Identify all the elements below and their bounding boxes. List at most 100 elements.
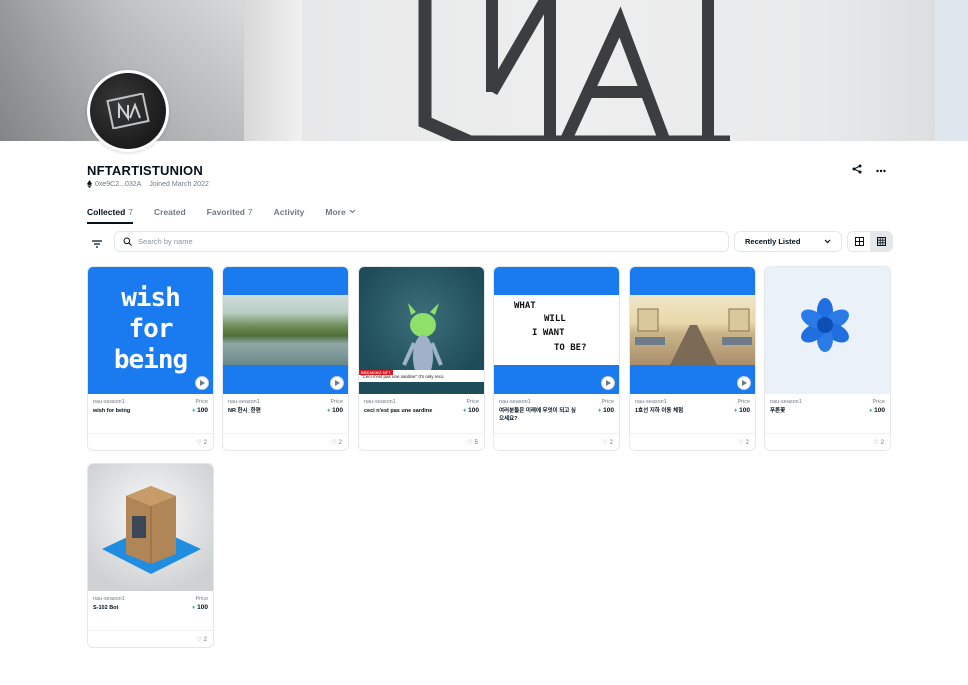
small-grid-button[interactable] — [870, 232, 892, 251]
collection-name[interactable]: nau-season1 — [93, 399, 208, 405]
nft-media: "Ceci n'est pas une sardine" It's only r… — [359, 267, 484, 394]
nft-card[interactable]: "Ceci n'est pas une sardine" It's only r… — [358, 266, 485, 451]
card-info: nau-season1 wish for being Price ♦ 100 — [88, 394, 213, 434]
avatar-image — [90, 73, 166, 149]
profile-name: NFTARTISTUNION — [87, 163, 203, 178]
card-info: nau-season1 1호선 지하 이동 체험 Price ♦ 100 — [630, 394, 755, 434]
view-toggle — [847, 231, 893, 252]
price-value: ♦ 100 — [463, 407, 479, 414]
nft-name: 여러분들은 미래에 무엇이 되고 싶으세요? — [499, 408, 576, 422]
eth-icon — [87, 180, 92, 188]
avatar-logo-icon — [106, 93, 150, 129]
tab-activity[interactable]: Activity — [274, 207, 305, 224]
collection-name[interactable]: nau-season1 — [364, 399, 479, 405]
nft-media — [88, 464, 213, 591]
play-button[interactable] — [195, 376, 209, 390]
banner-logo-graphic — [418, 0, 730, 141]
more-icon[interactable] — [876, 165, 886, 176]
profile-actions — [852, 164, 886, 177]
tab-more[interactable]: More — [325, 207, 356, 224]
price-value: ♦ 100 — [192, 407, 208, 414]
banner-right-strip — [935, 0, 968, 141]
like-count[interactable]: ♡ 2 — [331, 439, 342, 447]
collection-name[interactable]: nau-season1 — [635, 399, 750, 405]
nft-media: wish for being — [88, 267, 213, 394]
filter-icon — [92, 240, 102, 248]
like-count[interactable]: ♡ 2 — [196, 636, 207, 644]
search-icon — [123, 237, 132, 246]
collection-name[interactable]: nau-season1 — [93, 596, 208, 602]
tab-created[interactable]: Created — [154, 207, 186, 224]
eth-icon: ♦ — [192, 604, 196, 611]
collection-name[interactable]: nau-season1 — [770, 399, 885, 405]
heart-icon: ♡ — [467, 440, 473, 446]
heart-icon: ♡ — [602, 440, 608, 446]
eth-icon: ♦ — [192, 407, 196, 414]
nft-media — [765, 267, 890, 394]
subway-image — [630, 295, 755, 365]
tab-label: Favorited — [206, 207, 245, 217]
breaking-tag: BREAKING NFT — [359, 370, 393, 375]
price-label: Price — [466, 399, 479, 405]
price-value: ♦ 100 — [192, 604, 208, 611]
eth-icon: ♦ — [734, 407, 738, 414]
like-count[interactable]: ♡ 2 — [196, 439, 207, 447]
tab-label: Collected — [87, 207, 126, 217]
nft-art: WHAT WILL I WANT TO BE? — [494, 295, 619, 365]
like-count[interactable]: ♡ 2 — [738, 439, 749, 447]
nft-card[interactable]: WHAT WILL I WANT TO BE? nau-season1 여러분들… — [493, 266, 620, 451]
card-info: nau-season1 여러분들은 미래에 무엇이 되고 싶으세요? Price… — [494, 394, 619, 434]
wallet-address[interactable]: 0xe9C2...032A — [87, 180, 141, 188]
play-button[interactable] — [737, 376, 751, 390]
price-value: ♦ 100 — [869, 407, 885, 414]
profile-avatar — [87, 70, 169, 152]
eth-icon: ♦ — [463, 407, 467, 414]
profile-tabs: Collected 7 Created Favorited 7 Activity… — [87, 207, 356, 224]
tab-label: More — [325, 207, 346, 217]
price-label: Price — [330, 399, 343, 405]
share-icon[interactable] — [852, 164, 862, 177]
search-box — [114, 231, 729, 252]
collection-name[interactable]: nau-season1 — [228, 399, 343, 405]
nft-media — [223, 267, 348, 394]
large-grid-icon — [854, 237, 864, 246]
like-count[interactable]: ♡ 5 — [467, 439, 478, 447]
tab-label: Activity — [273, 207, 305, 217]
nft-card[interactable]: nau-season1 1호선 지하 이동 체험 Price ♦ 100 ♡ 2 — [629, 266, 756, 451]
collection-name[interactable]: nau-season1 — [499, 399, 614, 405]
like-count[interactable]: ♡ 2 — [873, 439, 884, 447]
heart-icon: ♡ — [873, 440, 879, 446]
nft-name: wish for being — [93, 408, 131, 414]
nft-card[interactable]: wish for being nau-season1 wish for bein… — [87, 266, 214, 451]
landscape-image — [223, 295, 348, 365]
chevron-down-icon — [824, 239, 831, 244]
price-value: ♦ 100 — [734, 407, 750, 414]
nft-card[interactable]: nau-season1 NR 한시_한편 Price ♦ 100 ♡ 2 — [222, 266, 349, 451]
eth-icon: ♦ — [327, 407, 331, 414]
heart-icon: ♡ — [196, 637, 202, 643]
play-button[interactable] — [330, 376, 344, 390]
nft-name: 푸른꽃 — [770, 408, 786, 414]
nft-media: WHAT WILL I WANT TO BE? — [494, 267, 619, 394]
search-input[interactable] — [138, 237, 698, 246]
wallet-address-text: 0xe9C2...032A — [95, 180, 142, 188]
play-button[interactable] — [601, 376, 615, 390]
eth-icon: ♦ — [869, 407, 873, 414]
filter-toggle-button[interactable] — [91, 236, 105, 248]
price-label: Price — [737, 399, 750, 405]
small-grid-icon — [876, 237, 886, 246]
tab-collected[interactable]: Collected 7 — [87, 207, 133, 224]
large-grid-button[interactable] — [848, 232, 870, 251]
like-count[interactable]: ♡ 2 — [602, 439, 613, 447]
sort-dropdown[interactable]: Recently Listed — [734, 231, 842, 252]
price-value: ♦ 100 — [598, 407, 614, 414]
tab-count: 7 — [247, 207, 253, 217]
nft-name: ceci n'est pas une sardine — [364, 408, 433, 414]
price-label: Price — [872, 399, 885, 405]
tab-favorited[interactable]: Favorited 7 — [207, 207, 253, 224]
profile-meta: 0xe9C2...032A Joined March 2022 — [87, 180, 209, 188]
nft-card[interactable]: nau-season1 푸른꽃 Price ♦ 100 ♡ 2 — [764, 266, 891, 451]
nft-name: NR 한시_한편 — [228, 408, 261, 414]
nft-name: 1호선 지하 이동 체험 — [635, 408, 684, 414]
nft-card[interactable]: nau-season1 S-102 Bot Price ♦ 100 ♡ 2 — [87, 463, 214, 648]
